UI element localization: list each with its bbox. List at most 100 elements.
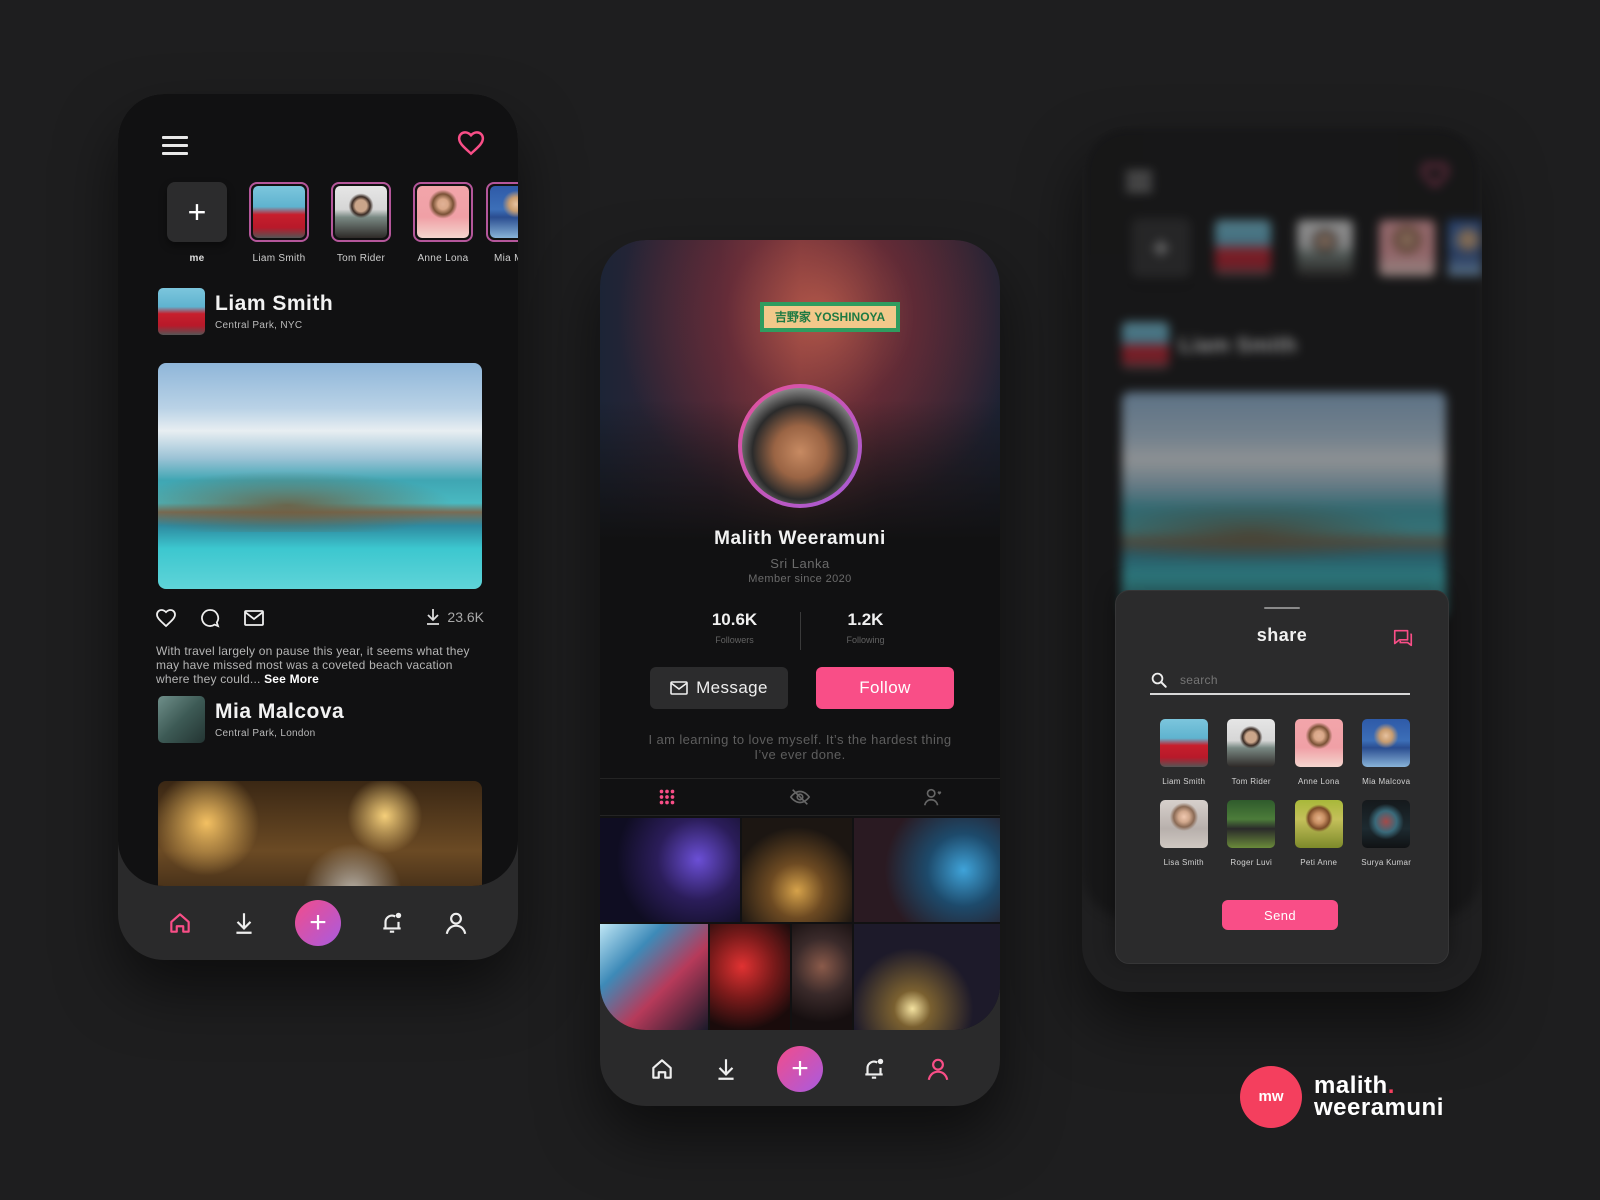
- contact-name: Surya Kumar: [1361, 858, 1412, 867]
- followers-label: Followers: [715, 635, 754, 645]
- tab-tagged-person-icon[interactable]: [922, 786, 944, 808]
- share-search-field[interactable]: [1150, 667, 1410, 695]
- share-contact[interactable]: Roger Luvi: [1218, 800, 1286, 867]
- message-mail-icon[interactable]: [242, 606, 266, 630]
- favorites-heart-icon[interactable]: [456, 128, 486, 158]
- share-contact[interactable]: Peti Anne: [1285, 800, 1353, 867]
- story-item[interactable]: Mia M: [484, 182, 518, 264]
- message-button-label: Message: [696, 678, 768, 697]
- story-avatar: [335, 186, 387, 238]
- contact-avatar: [1227, 800, 1276, 848]
- blurred-author-name: Liam Smith: [1179, 333, 1298, 357]
- profile-name: Malith Weeramuni: [714, 528, 886, 549]
- contact-name: Mia Malcova: [1362, 777, 1411, 786]
- share-sheet: share Liam Smith Tom Rider Anne Lona Mia…: [1115, 590, 1449, 964]
- tab-grid-icon[interactable]: [656, 786, 678, 808]
- share-contact[interactable]: Surya Kumar: [1353, 800, 1421, 867]
- logo-mark-text: mw: [1258, 1088, 1284, 1105]
- feed-screen: + me Liam Smith Tom Rider Anne Lona Mia …: [118, 94, 518, 960]
- following-label: Following: [846, 635, 885, 645]
- stories-row: + me Liam Smith Tom Rider Anne Lona Mia …: [156, 182, 518, 264]
- message-button[interactable]: Message: [650, 667, 788, 709]
- post-caption: With travel largely on pause this year, …: [156, 644, 486, 686]
- bottom-nav: +: [600, 1032, 1000, 1106]
- download-count-value: 23.6K: [447, 609, 484, 625]
- gallery-photo[interactable]: [710, 924, 790, 1030]
- post-location: Central Park, NYC: [215, 320, 303, 331]
- profile-icon[interactable]: [443, 910, 469, 936]
- mail-icon: [670, 681, 688, 695]
- see-more-link[interactable]: See More: [264, 672, 319, 686]
- download-count[interactable]: 23.6K: [425, 608, 484, 626]
- create-post-button[interactable]: +: [295, 900, 341, 946]
- like-heart-icon[interactable]: [154, 606, 178, 630]
- create-post-button[interactable]: +: [777, 1046, 823, 1092]
- tab-hidden-eye-off-icon[interactable]: [789, 786, 811, 808]
- sheet-drag-handle[interactable]: [1264, 607, 1300, 609]
- gallery-photo[interactable]: [600, 924, 708, 1030]
- contact-avatar: [1362, 800, 1411, 848]
- story-label: Mia M: [494, 253, 518, 264]
- share-contact[interactable]: Liam Smith: [1150, 719, 1218, 786]
- post-actions: 23.6K: [154, 606, 484, 630]
- contact-name: Liam Smith: [1162, 777, 1206, 786]
- download-icon[interactable]: [231, 910, 257, 936]
- story-add-me[interactable]: + me: [156, 182, 238, 264]
- profile-content: 吉野家 YOSHINOYA Malith Weeramuni Sri Lanka…: [600, 240, 1000, 1030]
- post-image[interactable]: [158, 781, 482, 886]
- follow-button[interactable]: Follow: [816, 667, 954, 709]
- story-label: Anne Lona: [417, 253, 469, 264]
- notifications-bell-icon[interactable]: [861, 1056, 887, 1082]
- followers-count: 10.6K: [711, 610, 758, 629]
- menu-icon[interactable]: [162, 136, 188, 156]
- brand-logo: mw malith. weeramuni: [1240, 1066, 1444, 1128]
- share-contact[interactable]: Mia Malcova: [1353, 719, 1421, 786]
- notifications-bell-icon[interactable]: [379, 910, 405, 936]
- download-icon[interactable]: [713, 1056, 739, 1082]
- add-story-icon[interactable]: +: [167, 182, 227, 242]
- send-button[interactable]: Send: [1222, 900, 1338, 930]
- logo-line2: weeramuni: [1314, 1094, 1444, 1121]
- cover-sign: 吉野家 YOSHINOYA: [760, 302, 900, 332]
- story-item[interactable]: Anne Lona: [402, 182, 484, 264]
- gallery-photo[interactable]: [854, 924, 1000, 1030]
- gallery-photo[interactable]: [742, 818, 852, 922]
- post-location: Central Park, London: [215, 728, 316, 739]
- story-label: Liam Smith: [252, 253, 306, 264]
- contact-name: Lisa Smith: [1163, 858, 1204, 867]
- post-image[interactable]: [158, 363, 482, 589]
- share-contact[interactable]: Anne Lona: [1285, 719, 1353, 786]
- story-item[interactable]: Tom Rider: [320, 182, 402, 264]
- post-author-avatar[interactable]: [158, 696, 205, 743]
- profile-location: Sri Lanka: [770, 556, 830, 571]
- comment-icon[interactable]: [198, 606, 222, 630]
- share-search-input[interactable]: [1180, 673, 1380, 687]
- contact-name: Roger Luvi: [1230, 858, 1273, 867]
- home-icon[interactable]: [649, 1056, 675, 1082]
- post-header: Mia Malcova Central Park, London: [158, 696, 344, 743]
- chat-bubbles-icon[interactable]: [1392, 627, 1414, 649]
- photo-gallery: [600, 818, 1000, 1030]
- contact-avatar: [1294, 719, 1343, 767]
- home-icon[interactable]: [167, 910, 193, 936]
- profile-icon[interactable]: [925, 1056, 951, 1082]
- followers-stat[interactable]: 10.6K Followers: [670, 610, 800, 650]
- profile-bio: I am learning to love myself. It’s the h…: [648, 732, 952, 762]
- gallery-photo[interactable]: [792, 924, 852, 1030]
- post-author-name[interactable]: Mia Malcova: [215, 700, 344, 724]
- share-contact[interactable]: Tom Rider: [1218, 719, 1286, 786]
- story-item[interactable]: Liam Smith: [238, 182, 320, 264]
- contact-avatar: [1159, 719, 1208, 767]
- contact-name: Peti Anne: [1300, 858, 1338, 867]
- logo-wordmark: malith. weeramuni: [1314, 1074, 1444, 1121]
- profile-avatar[interactable]: [738, 384, 862, 508]
- post-author-avatar[interactable]: [158, 288, 205, 335]
- post-header: Liam Smith Central Park, NYC: [158, 288, 333, 335]
- gallery-photo[interactable]: [854, 818, 1000, 922]
- following-stat[interactable]: 1.2K Following: [801, 610, 931, 650]
- gallery-photo[interactable]: [600, 818, 740, 922]
- share-contact[interactable]: Lisa Smith: [1150, 800, 1218, 867]
- search-icon: [1151, 672, 1167, 688]
- post-author-name[interactable]: Liam Smith: [215, 292, 333, 316]
- following-count: 1.2K: [847, 610, 884, 629]
